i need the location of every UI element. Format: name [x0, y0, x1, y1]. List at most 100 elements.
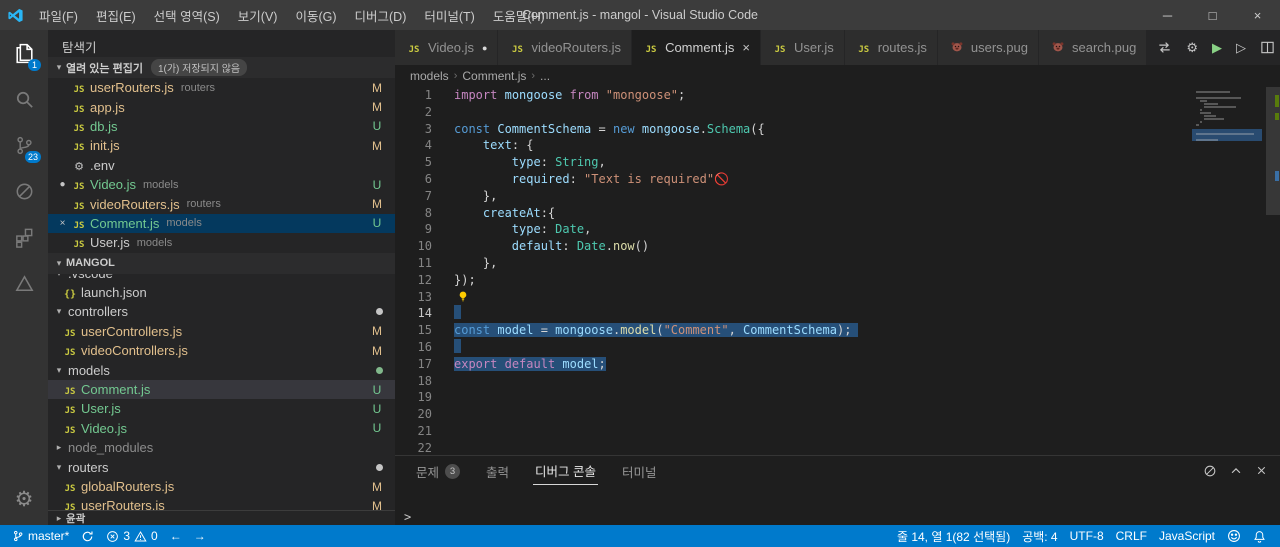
line-number[interactable]: 8 — [395, 205, 432, 222]
line-content[interactable] — [432, 440, 454, 455]
tree-file-globalRouters.js[interactable]: JS globalRouters.js M — [48, 477, 395, 496]
language-mode-status[interactable]: JavaScript — [1153, 525, 1221, 547]
line-content[interactable]: }); — [432, 272, 476, 289]
code-line-3[interactable]: 3 const CommentSchema = new mongoose.Sch… — [395, 121, 1280, 138]
debug-console-input[interactable]: > — [395, 508, 1280, 525]
activity-custom-tool[interactable] — [0, 260, 48, 306]
line-number[interactable]: 2 — [395, 104, 432, 121]
close-icon[interactable]: × — [55, 218, 70, 229]
tree-folder-models[interactable]: ▾ models — [48, 360, 395, 379]
code-line-15[interactable]: 15 const model = mongoose.model("Comment… — [395, 322, 1280, 339]
open-editors-header[interactable]: ▾ 열려 있는 편집기 1(가) 저장되지 않음 — [48, 57, 395, 78]
toggle-preview-icon[interactable] — [1157, 40, 1172, 55]
editor-scrollbar[interactable] — [1266, 87, 1280, 455]
breadcrumb-item[interactable]: models — [410, 69, 449, 83]
line-content[interactable] — [432, 289, 473, 306]
line-number[interactable]: 22 — [395, 440, 432, 455]
open-editor-Comment.js[interactable]: × JS Comment.js models U — [48, 213, 395, 234]
open-editor-userRouters.js[interactable]: JS userRouters.js routers M — [48, 78, 395, 97]
line-number[interactable]: 17 — [395, 356, 432, 373]
code-line-8[interactable]: 8 createAt:{ — [395, 205, 1280, 222]
dirty-indicator-icon[interactable]: ● — [55, 179, 70, 190]
code-line-18[interactable]: 18 — [395, 373, 1280, 390]
line-content[interactable] — [432, 406, 454, 423]
line-number[interactable]: 13 — [395, 289, 432, 306]
run-file-icon[interactable]: ▷ — [1236, 40, 1246, 56]
close-panel-icon[interactable] — [1255, 464, 1268, 477]
code-line-6[interactable]: 6 required: "Text is required"🚫 — [395, 171, 1280, 188]
tree-folder-routers[interactable]: ▾ routers — [48, 457, 395, 476]
line-number[interactable]: 14 — [395, 305, 432, 322]
project-root-header[interactable]: ▾ MANGOL — [48, 252, 395, 274]
git-sync-button[interactable] — [75, 525, 100, 547]
tree-file-Comment.js[interactable]: JS Comment.js U — [48, 379, 395, 400]
tree-file-launch.json[interactable]: {} launch.json — [48, 283, 395, 302]
git-branch-status[interactable]: master* — [6, 525, 75, 547]
minimize-button[interactable]: ─ — [1145, 0, 1190, 30]
line-content[interactable]: required: "Text is required"🚫 — [432, 171, 729, 188]
code-line-5[interactable]: 5 type: String, — [395, 154, 1280, 171]
tab-videoRouters.js[interactable]: JS videoRouters.js — [498, 30, 633, 65]
settings-gear-button[interactable]: ⚙ — [0, 479, 48, 519]
line-content[interactable]: import mongoose from "mongoose"; — [432, 87, 685, 104]
line-content[interactable]: createAt:{ — [432, 205, 555, 222]
nav-back-button[interactable]: ← — [164, 525, 188, 547]
line-content[interactable] — [432, 389, 454, 406]
line-content[interactable] — [432, 104, 454, 121]
debug-console-output[interactable] — [395, 485, 1280, 508]
activity-search[interactable] — [0, 76, 48, 122]
code-line-16[interactable]: 16 — [395, 338, 1280, 356]
activity-source-control[interactable]: 23 — [0, 122, 48, 168]
open-editor-init.js[interactable]: JS init.js M — [48, 136, 395, 155]
line-number[interactable]: 4 — [395, 137, 432, 154]
open-editor-Video.js[interactable]: ● JS Video.js models U — [48, 175, 395, 194]
line-number[interactable]: 9 — [395, 221, 432, 238]
menu-파일(F)[interactable]: 파일(F) — [30, 6, 87, 25]
tab-routes.js[interactable]: JS routes.js — [844, 30, 938, 65]
tree-file-userControllers.js[interactable]: JS userControllers.js M — [48, 322, 395, 341]
breadcrumb-item[interactable]: ... — [540, 69, 550, 83]
code-line-21[interactable]: 21 — [395, 423, 1280, 440]
tree-file-Video.js[interactable]: JS Video.js U — [48, 419, 395, 438]
split-editor-icon[interactable] — [1260, 40, 1275, 55]
menu-터미널(T)[interactable]: 터미널(T) — [415, 6, 483, 25]
code-line-17[interactable]: 17 export default model; — [395, 356, 1280, 373]
activity-explorer[interactable]: 1 — [0, 30, 48, 76]
open-editor-.env[interactable]: ⚙ .env — [48, 156, 395, 175]
minimap[interactable] — [1192, 87, 1266, 455]
menu-편집(E)[interactable]: 편집(E) — [87, 6, 145, 25]
line-number[interactable]: 11 — [395, 255, 432, 272]
code-line-14[interactable]: 14 — [395, 305, 1280, 322]
maximize-button[interactable]: □ — [1190, 0, 1235, 30]
start-debug-icon[interactable]: ▶ — [1212, 40, 1222, 56]
line-content[interactable]: const model = mongoose.model("Comment", … — [432, 322, 859, 339]
line-content[interactable]: }, — [432, 255, 497, 272]
code-line-11[interactable]: 11 }, — [395, 255, 1280, 272]
line-content[interactable] — [432, 423, 454, 440]
tab-Video.js[interactable]: JS Video.js ● — [395, 30, 499, 65]
close-icon[interactable]: × — [742, 40, 750, 55]
tab-users.pug[interactable]: users.pug — [937, 30, 1039, 65]
menu-이동(G)[interactable]: 이동(G) — [286, 6, 345, 25]
line-number[interactable]: 12 — [395, 272, 432, 289]
tab-User.js[interactable]: JS User.js — [761, 30, 845, 65]
clear-console-icon[interactable] — [1203, 464, 1217, 478]
line-number[interactable]: 16 — [395, 339, 432, 356]
line-number[interactable]: 21 — [395, 423, 432, 440]
eol-status[interactable]: CRLF — [1110, 525, 1153, 547]
code-line-1[interactable]: 1 import mongoose from "mongoose"; — [395, 87, 1280, 104]
open-editor-videoRouters.js[interactable]: JS videoRouters.js routers M — [48, 194, 395, 213]
code-line-7[interactable]: 7 }, — [395, 188, 1280, 205]
line-number[interactable]: 20 — [395, 406, 432, 423]
tree-folder-node_modules[interactable]: ▸ node_modules — [48, 438, 395, 457]
code-line-19[interactable]: 19 — [395, 389, 1280, 406]
close-button[interactable]: × — [1235, 0, 1280, 30]
line-content[interactable]: const CommentSchema = new mongoose.Schem… — [432, 121, 765, 138]
tree-folder-controllers[interactable]: ▾ controllers — [48, 302, 395, 321]
dirty-indicator-icon[interactable]: ● — [482, 43, 487, 53]
open-editor-db.js[interactable]: JS db.js U — [48, 117, 395, 136]
maximize-panel-icon[interactable] — [1229, 464, 1243, 478]
tree-file-videoControllers.js[interactable]: JS videoControllers.js M — [48, 341, 395, 360]
line-number[interactable]: 18 — [395, 373, 432, 390]
line-number[interactable]: 15 — [395, 322, 432, 339]
